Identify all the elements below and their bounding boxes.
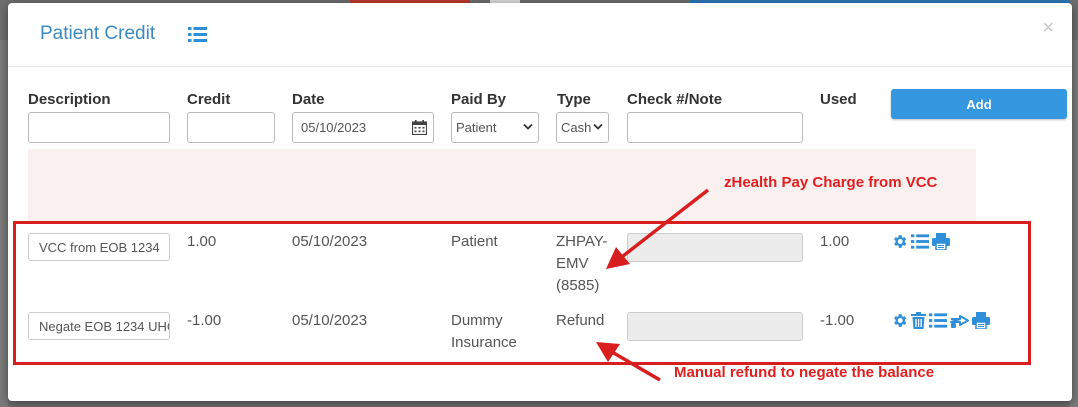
label-paid-by: Paid By xyxy=(451,91,507,108)
backdrop-left xyxy=(0,40,8,407)
add-button[interactable]: Add xyxy=(891,89,1067,119)
chevron-down-icon xyxy=(593,123,603,130)
type-selected: Cash xyxy=(561,120,591,135)
label-check-note: Check #/Note xyxy=(627,91,723,108)
date-input-value: 05/10/2023 xyxy=(301,120,367,135)
label-description: Description xyxy=(28,91,111,108)
label-date: Date xyxy=(292,91,325,108)
list-icon[interactable] xyxy=(188,26,207,43)
paid-by-select[interactable]: Patient xyxy=(451,112,539,143)
label-used: Used xyxy=(820,91,857,108)
calendar-icon[interactable] xyxy=(412,120,427,135)
annotation-bottom: Manual refund to negate the balance xyxy=(674,364,935,381)
description-input[interactable] xyxy=(28,112,170,143)
credit-input[interactable] xyxy=(187,112,275,143)
date-input[interactable]: 05/10/2023 xyxy=(292,112,434,143)
annotation-top: zHealth Pay Charge from VCC xyxy=(724,174,938,191)
paid-by-selected: Patient xyxy=(456,120,497,135)
chevron-down-icon xyxy=(523,123,533,130)
label-credit: Credit xyxy=(187,91,231,108)
label-type: Type xyxy=(557,91,591,108)
check-note-input[interactable] xyxy=(627,112,803,143)
modal-header: Patient Credit × xyxy=(8,3,1072,67)
close-button[interactable]: × xyxy=(1042,17,1054,40)
type-select[interactable]: Cash xyxy=(556,112,609,143)
modal-title: Patient Credit xyxy=(40,23,156,44)
highlight-box xyxy=(13,221,1031,365)
